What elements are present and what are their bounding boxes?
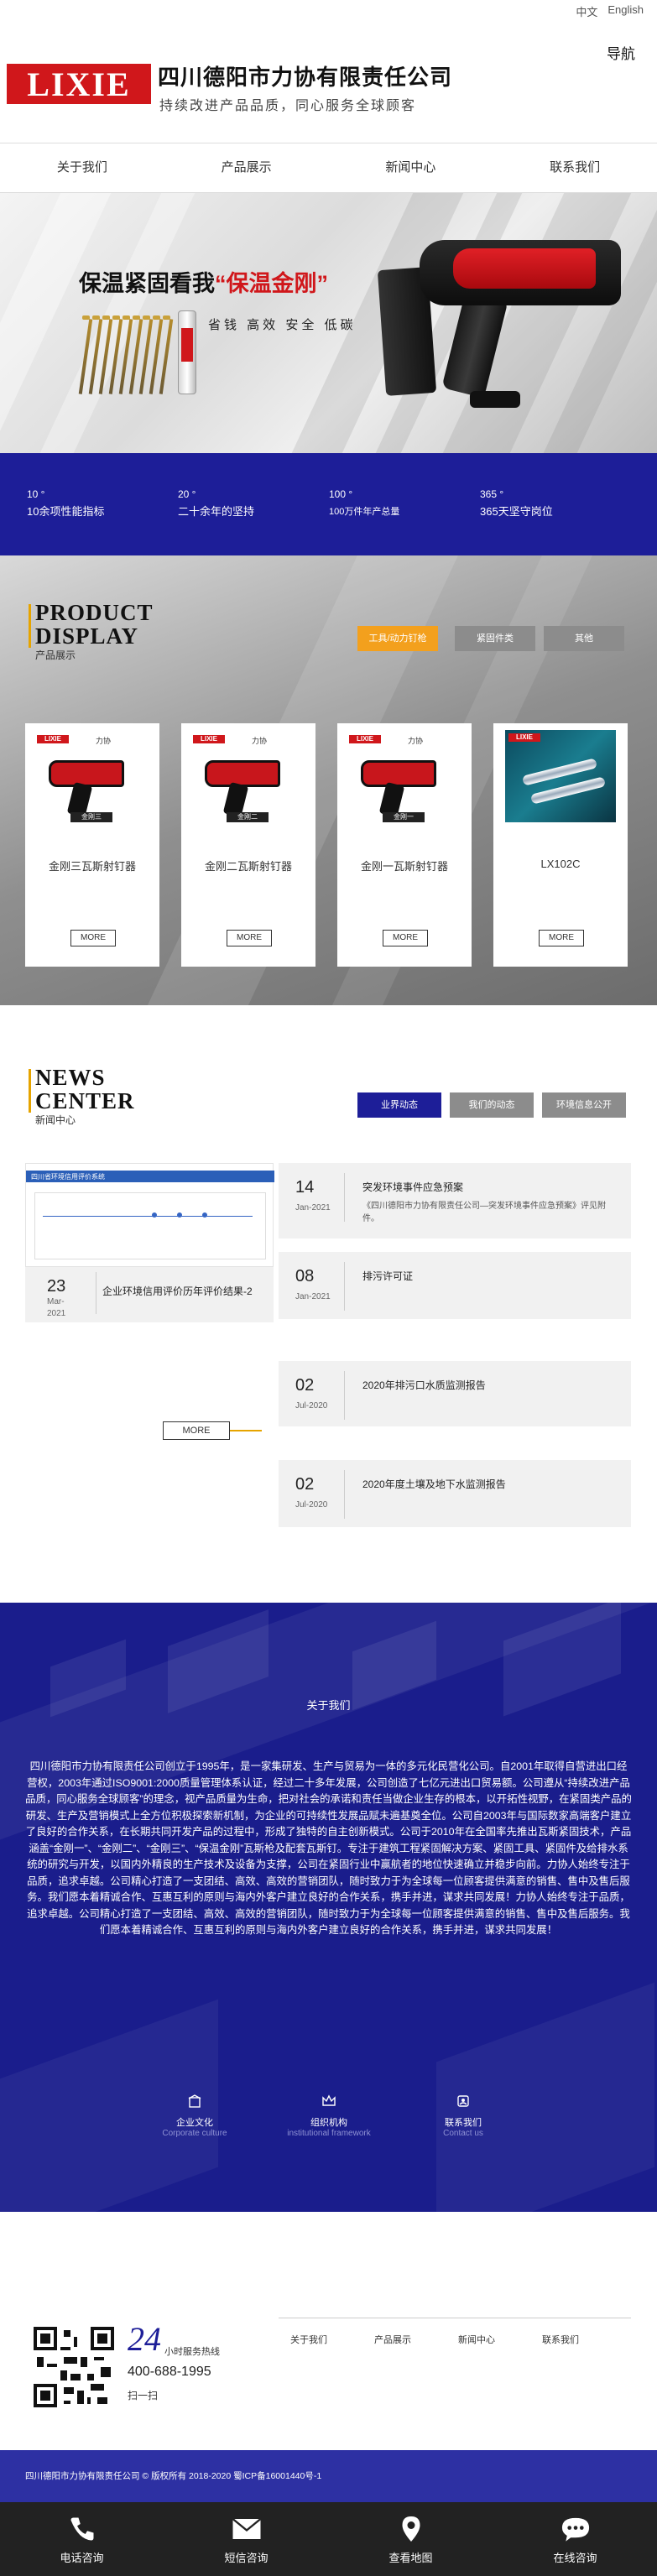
menu-item-news[interactable]: 新闻中心 — [329, 143, 493, 192]
tab-tools[interactable]: 工具/动力钉枪 — [357, 626, 438, 651]
lang-cn-link[interactable]: 中文 — [576, 3, 597, 19]
product-card[interactable]: LIXIE 力协 金刚二 金刚二瓦斯射钉器 MORE — [181, 723, 315, 967]
news-more-button[interactable]: MORE — [163, 1421, 230, 1440]
tab-our-news[interactable]: 我们的动态 — [450, 1092, 534, 1118]
more-button[interactable]: MORE — [539, 930, 584, 946]
stat-item: 20 ° 二十余年的坚持 — [178, 488, 255, 518]
product-card[interactable]: LIXIE 力协 金刚三 金刚三瓦斯射钉器 MORE — [25, 723, 159, 967]
footer-link-contact[interactable]: 联系我们 — [542, 2333, 579, 2346]
about-section: 关于我们 四川德阳市力协有限责任公司创立于1995年，是一家集研发、生产与贸易为… — [0, 1603, 657, 2212]
gas-canister-image — [178, 310, 196, 394]
contact-link[interactable]: 联系我们 Contact us — [413, 2094, 514, 2138]
company-name: 四川德阳市力协有限责任公司 — [158, 65, 453, 90]
stat-item: 10 ° 10余项性能指标 — [27, 488, 105, 518]
news-item[interactable]: 02 Jul-2020 2020年度土壤及地下水监测报告 — [279, 1460, 631, 1527]
section-accent-bar — [29, 604, 31, 648]
featured-news-card[interactable]: 四川省环境信用评价系统 23 Mar- 2021 企业环境信用评价历年评价结果-… — [25, 1163, 274, 1322]
hotline-label: 小时服务热线 — [164, 2347, 220, 2357]
stat-item: 365 ° 365天坚守岗位 — [480, 488, 553, 518]
sms-consult-button[interactable]: 短信咨询 — [164, 2502, 328, 2576]
scan-label: 扫一扫 — [128, 2390, 159, 2401]
menu-item-products[interactable]: 产品展示 — [164, 143, 329, 192]
crown-icon — [279, 2094, 379, 2112]
news-section-title: NEWS CENTER — [35, 1065, 135, 1113]
building-icon — [144, 2094, 245, 2112]
about-title: 关于我们 — [306, 1699, 351, 1712]
banner-subline: 省钱 高效 安全 低碳 — [208, 318, 357, 332]
footer-link-news[interactable]: 新闻中心 — [458, 2333, 495, 2346]
footer-link-products[interactable]: 产品展示 — [374, 2333, 411, 2346]
footer-link-about[interactable]: 关于我们 — [290, 2333, 327, 2346]
featured-news-title[interactable]: 企业环境信用评价历年评价结果-2 — [102, 1284, 253, 1298]
hero-banner[interactable]: 保温紧固看我“保温金刚” 省钱 高效 安全 低碳 — [0, 193, 657, 453]
product-name[interactable]: 金刚一瓦斯射钉器 — [337, 858, 472, 873]
hotline-phone[interactable]: 400-688-1995 — [128, 2365, 211, 2380]
featured-news-image: 四川省环境信用评价系统 — [25, 1163, 274, 1267]
menu-item-contact[interactable]: 联系我们 — [493, 143, 657, 192]
contact-icon — [413, 2094, 514, 2112]
tab-industry-news[interactable]: 业界动态 — [357, 1092, 441, 1118]
news-section-subtitle: 新闻中心 — [35, 1114, 76, 1126]
section-accent-bar — [29, 1069, 31, 1113]
product-image: LIXIE 力协 金刚一 — [349, 730, 460, 822]
tab-fasteners[interactable]: 紧固件类 — [455, 626, 535, 651]
hotline-hours: 24 — [128, 2320, 161, 2358]
product-image: LIXIE 力协 金刚二 — [193, 730, 304, 822]
news-item[interactable]: 02 Jul-2020 2020年排污口水质监测报告 — [279, 1361, 631, 1426]
product-section: PRODUCT DISPLAY 产品展示 工具/动力钉枪 紧固件类 其他 LIXI… — [0, 555, 657, 1005]
map-icon — [329, 2514, 493, 2544]
phone-icon — [0, 2514, 164, 2544]
stats-bar: 10 ° 10余项性能指标 20 ° 二十余年的坚持 100 ° 100万件年产总量 … — [0, 453, 657, 555]
product-name[interactable]: 金刚三瓦斯射钉器 — [25, 858, 159, 873]
slogan: 持续改进产品品质，同心服务全球顾客 — [159, 99, 417, 113]
nav-toggle-button[interactable]: 导航 — [607, 42, 635, 63]
product-image: LIXIE 力协 金刚三 — [37, 730, 148, 822]
tab-env-info[interactable]: 环境信息公开 — [542, 1092, 626, 1118]
main-menu: 关于我们 产品展示 新闻中心 联系我们 — [0, 143, 657, 193]
mail-icon — [164, 2514, 328, 2544]
product-image: LIXIE — [505, 730, 616, 822]
news-item[interactable]: 08 Jan-2021 排污许可证 — [279, 1252, 631, 1319]
tab-others[interactable]: 其他 — [544, 626, 624, 651]
product-card[interactable]: LIXIE LX102C MORE — [493, 723, 628, 967]
stat-item: 100 ° 100万件年产总量 — [329, 488, 400, 517]
chat-icon — [493, 2514, 657, 2544]
product-card[interactable]: LIXIE 力协 金刚一 金刚一瓦斯射钉器 MORE — [337, 723, 472, 967]
product-name[interactable]: 金刚二瓦斯射钉器 — [181, 858, 315, 873]
more-arrow-line — [230, 1430, 262, 1431]
more-button[interactable]: MORE — [70, 930, 116, 946]
organization-link[interactable]: 组织机构 institutional framework — [279, 2094, 379, 2138]
menu-item-about[interactable]: 关于我们 — [0, 143, 164, 192]
about-text: 四川德阳市力协有限责任公司创立于1995年，是一家集研发、生产与贸易为一体的多元… — [25, 1760, 632, 1936]
phone-consult-button[interactable]: 电话咨询 — [0, 2502, 164, 2576]
copyright-bar: 四川德阳市力协有限责任公司 © 版权所有 2018-2020 蜀ICP备1600… — [0, 2450, 657, 2502]
logo[interactable]: LIXIE — [7, 64, 151, 104]
more-button[interactable]: MORE — [383, 930, 428, 946]
lang-en-link[interactable]: English — [607, 3, 644, 19]
banner-headline: 保温紧固看我“保温金刚” — [79, 271, 328, 296]
product-section-subtitle: 产品展示 — [35, 649, 76, 661]
product-name[interactable]: LX102C — [493, 858, 628, 870]
news-item[interactable]: 14 Jan-2021 突发环境事件应急预案 《四川德阳市力协有限责任公司—突发环… — [279, 1163, 631, 1238]
language-switch: 中文 English — [576, 3, 644, 19]
qr-code — [34, 2327, 114, 2407]
corporate-culture-link[interactable]: 企业文化 Corporate culture — [144, 2094, 245, 2138]
bottom-action-bar: 电话咨询 短信咨询 查看地图 在线咨询 — [0, 2502, 657, 2576]
online-consult-button[interactable]: 在线咨询 — [493, 2502, 657, 2576]
more-button[interactable]: MORE — [227, 930, 272, 946]
product-section-title: PRODUCT DISPLAY — [35, 600, 154, 649]
view-map-button[interactable]: 查看地图 — [329, 2502, 493, 2576]
page: 中文 English 导航 LIXIE 四川德阳市力协有限责任公司 持续改进产品… — [0, 0, 657, 2576]
